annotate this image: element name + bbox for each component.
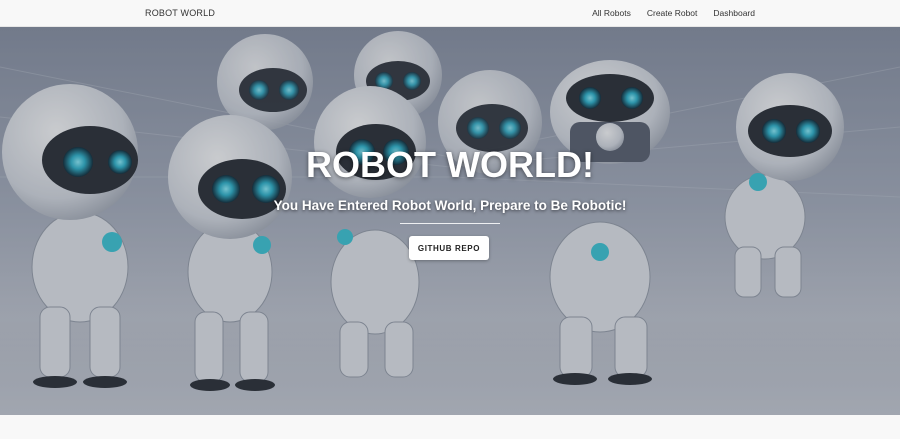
hero-section: ROBOT WORLD! You Have Entered Robot Worl… — [0, 27, 900, 415]
page-bottom-strip — [0, 415, 900, 439]
github-repo-button[interactable]: GITHUB REPO — [409, 236, 489, 260]
hero-title: ROBOT WORLD! — [306, 144, 594, 185]
nav-links: All Robots Create Robot Dashboard — [576, 0, 755, 27]
hero-divider — [400, 223, 500, 224]
navbar: ROBOT WORLD All Robots Create Robot Dash… — [0, 0, 900, 27]
brand-link[interactable]: ROBOT WORLD — [145, 0, 215, 27]
hero-subtitle: You Have Entered Robot World, Prepare to… — [273, 198, 627, 213]
nav-link-dashboard[interactable]: Dashboard — [713, 0, 755, 27]
nav-link-create-robot[interactable]: Create Robot — [647, 0, 698, 27]
hero-overlay — [0, 27, 900, 415]
nav-link-all-robots[interactable]: All Robots — [592, 0, 631, 27]
